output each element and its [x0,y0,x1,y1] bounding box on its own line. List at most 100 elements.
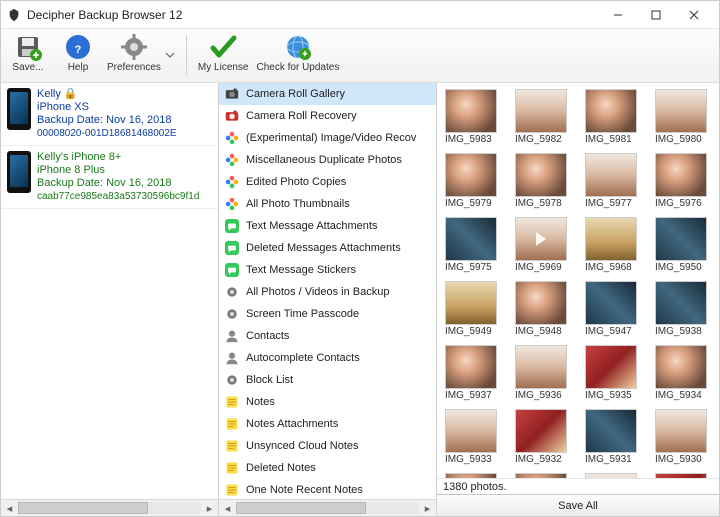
window-controls [599,3,713,27]
status-bar: 1380 photos. [437,478,719,494]
app-icon [7,8,21,22]
device-item[interactable]: Kelly's iPhone 8+ iPhone 8 Plus Backup D… [1,146,218,209]
category-list: Camera Roll Gallery Camera Roll Recovery(… [219,83,436,499]
thumbnail[interactable]: IMG_5949 [445,281,505,343]
thumb-image [445,345,497,389]
close-button[interactable] [675,3,713,27]
gear-icon [223,283,241,301]
thumbnail[interactable]: IMG_5933 [445,409,505,471]
thumbnail[interactable]: IMG_5980 [655,89,715,151]
category-item[interactable]: Camera Roll Recovery [219,105,436,127]
thumb-image [515,281,567,325]
thumbnail[interactable]: IMG_5976 [655,153,715,215]
thumb-image [655,473,707,478]
status-text: 1380 photos. [443,481,507,493]
thumb-caption: IMG_5975 [445,262,505,273]
contact-icon [223,327,241,345]
save-button[interactable]: Save... [7,33,49,73]
thumbnail[interactable]: IMG_5930 [655,409,715,471]
category-item[interactable]: Text Message Stickers [219,259,436,281]
gear-icon [223,305,241,323]
mid-scrollbar[interactable]: ◂▸ [219,499,436,516]
thumbnail[interactable]: IMG_5936 [515,345,575,407]
thumbnail[interactable]: IMG_5931 [585,409,645,471]
category-item[interactable]: Autocomplete Contacts [219,347,436,369]
thumbnail[interactable]: IMG_5981 [585,89,645,151]
category-item[interactable]: Miscellaneous Duplicate Photos [219,149,436,171]
category-item[interactable]: One Note Recent Notes [219,479,436,499]
category-item[interactable]: Unsynced Cloud Notes [219,435,436,457]
play-icon [516,218,566,260]
license-button[interactable]: My License [198,33,249,73]
minimize-button[interactable] [599,3,637,27]
thumbnail[interactable]: IMG_5938 [655,281,715,343]
category-item[interactable]: All Photo Thumbnails [219,193,436,215]
device-item[interactable]: Kelly 🔒 iPhone XS Backup Date: Nov 16, 2… [1,83,218,146]
category-item[interactable]: Notes [219,391,436,413]
category-item[interactable]: Deleted Notes [219,457,436,479]
thumb-caption: IMG_5934 [655,390,715,401]
category-item[interactable]: Screen Time Passcode [219,303,436,325]
thumbnail[interactable]: IMG_5935 [585,345,645,407]
category-item[interactable]: All Photos / Videos in Backup [219,281,436,303]
left-scrollbar[interactable]: ◂▸ [1,499,218,516]
thumbnail[interactable]: IMG_5948 [515,281,575,343]
thumbnail[interactable]: IMG_5977 [585,153,645,215]
category-item[interactable]: Contacts [219,325,436,347]
category-label: Text Message Stickers [246,264,356,276]
msg-icon [223,239,241,257]
dropdown-icon[interactable] [165,50,175,63]
window-title: Decipher Backup Browser 12 [27,8,599,22]
category-label: All Photo Thumbnails [246,198,350,210]
thumbnail[interactable]: IMG_5968 [585,217,645,279]
thumb-caption: IMG_5938 [655,326,715,337]
thumbnail[interactable]: IMG_5969 [515,217,575,279]
maximize-button[interactable] [637,3,675,27]
thumbnail[interactable]: IMG_5932 [515,409,575,471]
category-label: Notes [246,396,275,408]
content-pane: IMG_5983IMG_5982 IMG_5981 IMG_5980 IMG_5979… [437,83,719,516]
category-label: Camera Roll Gallery [246,88,345,100]
notes-icon [223,459,241,477]
thumbnail[interactable]: IMG_5934 [655,345,715,407]
thumb-caption: IMG_5937 [445,390,505,401]
device-list: Kelly 🔒 iPhone XS Backup Date: Nov 16, 2… [1,83,218,499]
thumbnail[interactable]: IMG_5926 [655,473,715,478]
category-item[interactable]: Camera Roll Gallery [219,83,436,105]
category-item[interactable]: Block List [219,369,436,391]
category-label: Deleted Messages Attachments [246,242,401,254]
updates-button[interactable]: Check for Updates [257,33,340,73]
thumb-caption: IMG_5947 [585,326,645,337]
category-item[interactable]: Notes Attachments [219,413,436,435]
category-item[interactable]: Text Message Attachments [219,215,436,237]
preferences-button[interactable]: Preferences [107,33,161,73]
thumbnail[interactable]: IMG_5928 [515,473,575,478]
thumbnail[interactable]: IMG_5929 [445,473,505,478]
thumbnail[interactable]: IMG_5927 [585,473,645,478]
notes-icon [223,481,241,499]
category-label: All Photos / Videos in Backup [246,286,390,298]
titlebar: Decipher Backup Browser 12 [1,1,719,29]
save-all-button[interactable]: Save All [437,494,719,516]
thumbnail[interactable]: IMG_5978 [515,153,575,215]
notes-icon [223,437,241,455]
thumb-caption: IMG_5931 [585,454,645,465]
category-item[interactable]: Edited Photo Copies [219,171,436,193]
category-item[interactable]: Deleted Messages Attachments [219,237,436,259]
category-label: Contacts [246,330,289,342]
thumbnail[interactable]: IMG_5975 [445,217,505,279]
help-button[interactable]: ? Help [57,33,99,73]
thumbnail[interactable]: IMG_5947 [585,281,645,343]
camera-red-icon [223,107,241,125]
category-item[interactable]: (Experimental) Image/Video Recov [219,127,436,149]
thumbnail[interactable]: IMG_5937 [445,345,505,407]
thumbnail[interactable]: IMG_5950 [655,217,715,279]
category-label: Unsynced Cloud Notes [246,440,359,452]
thumb-caption: IMG_5933 [445,454,505,465]
category-pane: Camera Roll Gallery Camera Roll Recovery(… [219,83,437,516]
thumb-caption: IMG_5981 [585,134,645,145]
thumbnail[interactable]: IMG_5983 [445,89,505,151]
thumbnail[interactable]: IMG_5979 [445,153,505,215]
thumbnail[interactable]: IMG_5982 [515,89,575,151]
save-icon [14,33,42,61]
